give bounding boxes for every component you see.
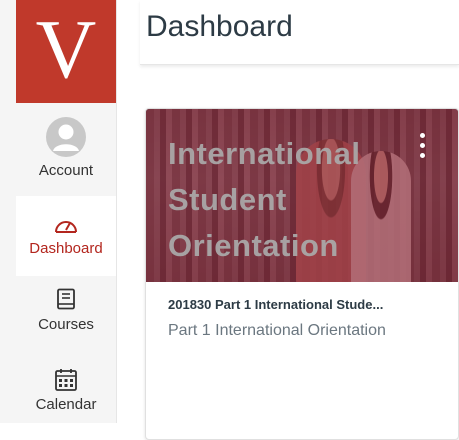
- nav-account[interactable]: Account: [16, 108, 116, 192]
- nav-calendar-label: Calendar: [35, 396, 97, 413]
- nav-calendar[interactable]: Calendar: [16, 366, 116, 426]
- nav-courses[interactable]: Courses: [16, 286, 116, 356]
- nav-courses-label: Courses: [38, 316, 94, 333]
- nav-dashboard[interactable]: Dashboard: [16, 196, 116, 276]
- course-card[interactable]: International Student Orientation 201830…: [145, 108, 459, 440]
- nav-dashboard-label: Dashboard: [29, 240, 103, 257]
- course-code-link[interactable]: 201830 Part 1 International Stude...: [168, 297, 436, 312]
- course-name: Part 1 International Orientation: [168, 322, 386, 339]
- page-header: Dashboard: [140, 0, 459, 65]
- speedometer-icon: [55, 221, 77, 233]
- kebab-menu-icon[interactable]: [418, 133, 426, 163]
- page-title: Dashboard: [146, 10, 293, 43]
- hero-title: International Student Orientation: [168, 136, 361, 263]
- logo-letter: V: [35, 2, 97, 96]
- calendar-icon: [55, 369, 77, 391]
- course-card-hero[interactable]: International Student Orientation: [146, 109, 458, 282]
- nav-account-label: Account: [38, 162, 94, 179]
- institution-logo[interactable]: V: [16, 0, 116, 103]
- book-icon: [57, 288, 75, 310]
- global-nav-sidebar: V Account Dashboard Courses Calendar: [0, 0, 117, 423]
- avatar-icon: [46, 117, 86, 157]
